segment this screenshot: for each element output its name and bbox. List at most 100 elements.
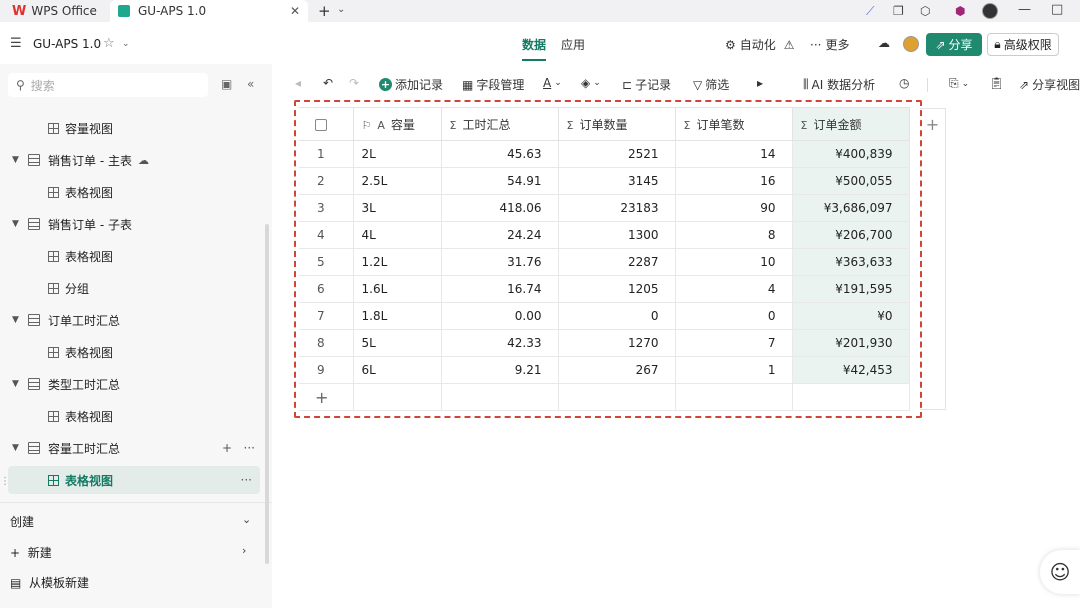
font-color-icon: A [543,76,552,90]
sidebar-item-type-hours[interactable]: ▼ 类型工时汇总 [0,370,265,398]
plugin-icon[interactable]: ⬢ [955,3,965,19]
sidebar-item-sales-main[interactable]: ▼ 销售订单 - 主表 ☁ [0,146,265,174]
view-toolbar: ◂ ↶ ↷ + 添加记录 ▦ 字段管理 A ⌄ ◈ ⌄ ⊏ 子记录 ▽ 筛选 ▸… [285,72,1080,96]
search-input[interactable]: ⚲ 搜索 [8,73,208,97]
add-column-button[interactable]: + [920,108,946,410]
user-avatar[interactable] [982,3,998,19]
sidebar-item-order-hours[interactable]: ▼ 订单工时汇总 [0,306,265,334]
add-record-button[interactable]: + 添加记录 [379,76,443,93]
cube-icon[interactable]: ⬡ [920,3,930,19]
sidebar-item-table-view[interactable]: 表格视图 [0,402,265,430]
fields-icon: ▦ [462,77,474,92]
cloud-icon: ☁ [137,153,149,167]
more-button[interactable]: ··· 更多 [810,36,849,53]
grid-view-icon [48,474,59,486]
caret-down-icon[interactable]: ▼ [12,155,22,165]
tab-wps-office[interactable]: W WPS Office [12,0,97,22]
ai-chart-icon: ⫼ [803,77,809,91]
sidebar-item-capacity-view[interactable]: 容量视图 [0,114,265,142]
filter-button[interactable]: ▽ 筛选 [693,76,729,93]
table-icon [28,442,40,454]
table-icon [28,218,40,230]
caret-down-icon[interactable]: ▼ [12,443,22,453]
redo-icon[interactable]: ↷ [349,76,359,90]
sidebar-item-table-view-selected[interactable]: 表格视图 ··· [8,466,260,494]
tab-gu-aps[interactable]: GU-APS 1.0 ✕ [110,0,308,22]
nav-left-icon[interactable]: ◂ [295,76,301,90]
sidebar-item-table-view[interactable]: 表格视图 [0,242,265,270]
share-view-button[interactable]: ⇗ 分享视图 [1019,76,1080,93]
sub-record-icon: ⊏ [622,77,633,92]
chevron-down-icon: ⌄ [593,78,601,88]
chevron-right-icon[interactable]: › [242,544,246,557]
chevron-down-icon[interactable]: ⌄ [242,513,251,526]
plus-icon: + [10,546,21,560]
warning-icon: ⚠ [783,37,795,52]
caret-down-icon[interactable]: ▼ [12,315,22,325]
font-color-button[interactable]: A ⌄ [543,76,562,90]
more-icon: ··· [810,37,822,52]
minimize-icon[interactable]: — [1018,2,1031,17]
star-icon[interactable]: ☆ [103,36,115,51]
sidebar-item-table-view[interactable]: 表格视图 [0,338,265,366]
chevron-down-icon[interactable]: ⌄ [337,4,345,15]
more-icon[interactable]: ··· [241,473,252,487]
help-assistant-icon[interactable]: ☺ [1040,550,1080,594]
drag-handle-icon[interactable]: ⋮ [0,476,10,487]
menu-icon[interactable]: ☰ [10,36,22,51]
toolbar-divider [927,78,928,92]
automation-button[interactable]: ⚙ 自动化 ⚠ [725,36,795,53]
cloud-sync-icon[interactable]: ☁ [878,36,890,50]
new-tab-icon[interactable]: + [318,2,331,20]
automation-icon: ⚙ [725,37,736,52]
ai-analysis-button[interactable]: ⫼ AI 数据分析 [803,76,875,93]
undo-icon[interactable]: ↶ [323,76,333,90]
caret-down-icon[interactable]: ▼ [12,219,22,229]
new-from-template-button[interactable]: ▤ 从模板新建 [10,574,89,591]
caret-down-icon[interactable]: ▼ [12,379,22,389]
fill-color-button[interactable]: ◈ ⌄ [581,76,601,90]
app-logo-icon [118,5,130,17]
table-icon [28,378,40,390]
advanced-permission-button[interactable]: 🔒︎ 高级权限 [987,33,1059,56]
tab-data[interactable]: 数据 [522,36,547,61]
grid-view-icon [48,250,59,262]
share-icon: ⇗ [1019,77,1030,92]
export-button[interactable]: ⎘ ⌄ [949,76,969,91]
share-button[interactable]: ⇗ 分享 [926,33,982,56]
app-header: ☰ GU-APS 1.0 ☆ ⌄ 数据 应用 ⚙ 自动化 ⚠ ··· 更多 ☁ [0,30,1080,61]
field-manage-button[interactable]: ▦ 字段管理 [462,76,524,93]
sub-record-button[interactable]: ⊏ 子记录 [622,76,671,93]
grid-view-icon [48,122,59,134]
grid-view-icon [48,282,59,294]
sidebar-item-group-view[interactable]: 分组 [0,274,265,302]
new-button[interactable]: + 新建 [10,544,52,561]
grid-view-icon [48,186,59,198]
wps-logo-icon: W [12,3,27,19]
sidebar-item-sales-sub[interactable]: ▼ 销售订单 - 子表 [0,210,265,238]
grid-view-icon [48,346,59,358]
chevron-down-icon[interactable]: ⌄ [122,39,130,49]
close-icon[interactable]: ✕ [290,4,300,18]
maximize-icon[interactable]: □ [1051,2,1063,17]
clipboard-icon[interactable]: 📋︎ [989,76,1004,90]
sidebar-item-capacity-hours[interactable]: ▼ 容量工时汇总 + ··· [0,434,265,462]
chevron-down-icon: ⌄ [961,78,970,89]
collaborator-avatar[interactable] [903,36,919,52]
nav-right-icon[interactable]: ▸ [757,76,763,90]
sidebar-scrollbar[interactable] [265,224,269,564]
tab-apps[interactable]: 应用 [561,36,585,53]
sidebar-item-table-view[interactable]: 表格视图 [0,178,265,206]
collapse-sidebar-icon[interactable]: « [247,77,254,91]
paint-bucket-icon: ◈ [581,76,591,90]
history-icon[interactable]: ◷ [899,76,909,90]
panel-icon[interactable]: ▣ [221,77,232,91]
pen-icon[interactable]: ⟋ [866,3,874,19]
highlight-box [294,100,922,418]
window-icon[interactable]: ❐ [893,3,904,19]
template-icon: ▤ [10,576,22,590]
divider [0,502,272,503]
row-actions[interactable]: + ··· [222,441,255,455]
table-icon [28,154,40,166]
export-icon: ⎘ [949,76,959,90]
